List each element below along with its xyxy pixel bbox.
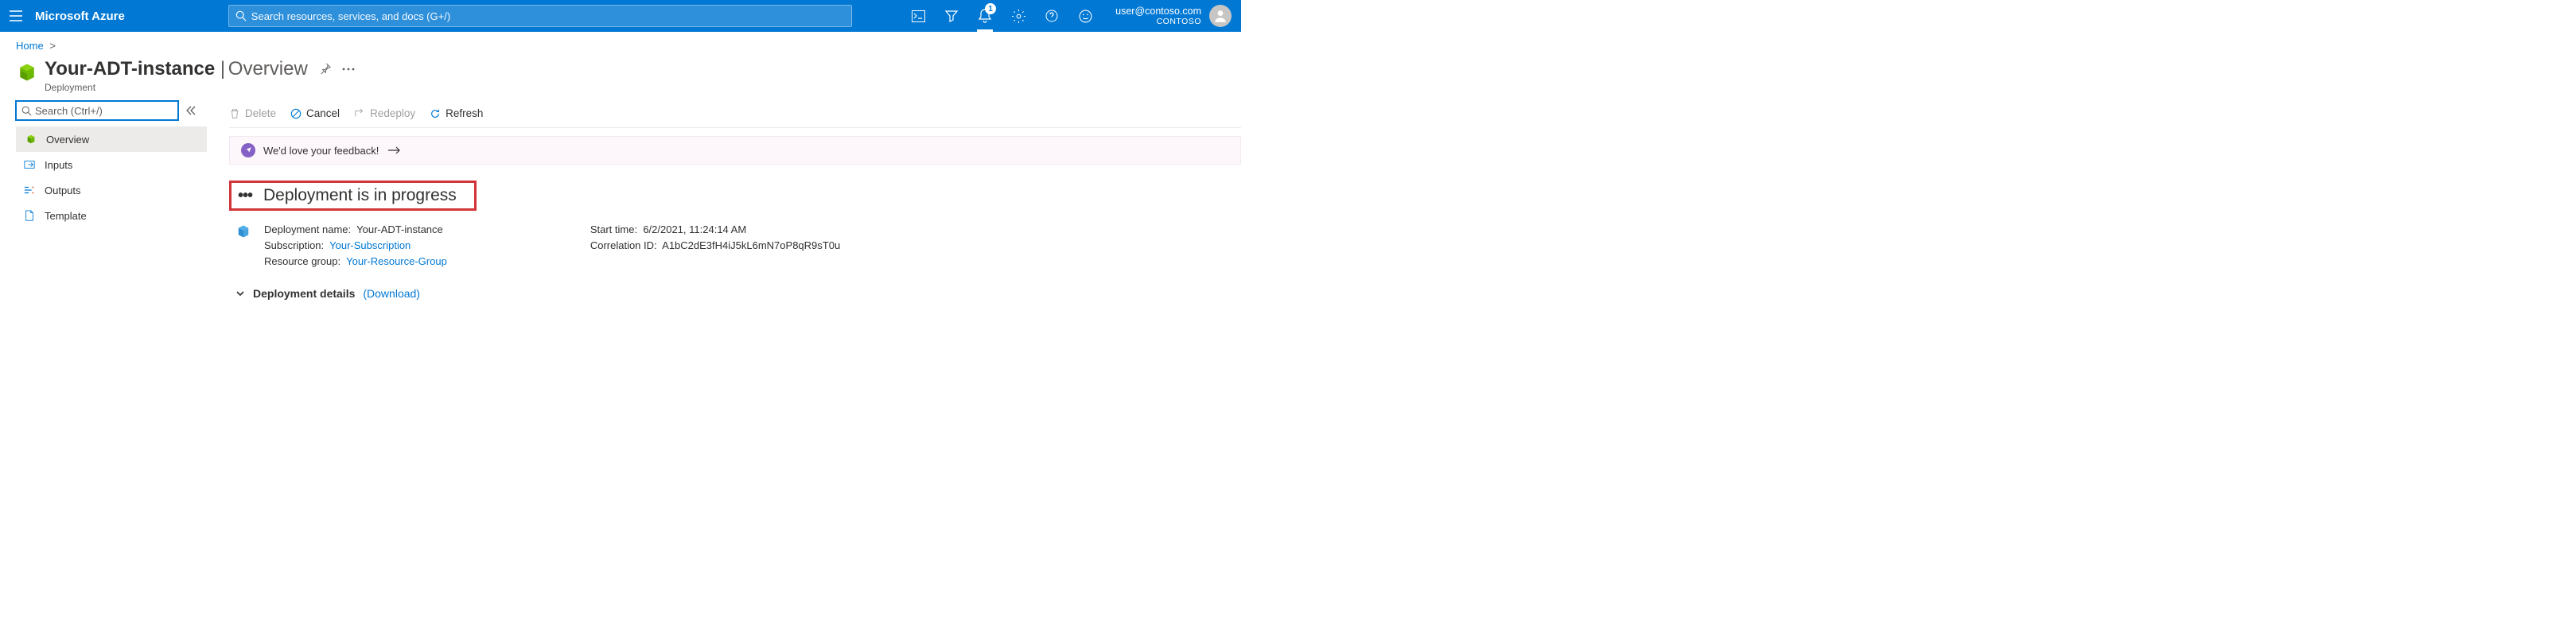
feedback-button[interactable] — [1069, 0, 1101, 32]
sidebar-item-inputs[interactable]: Inputs — [16, 152, 207, 177]
sidebar-item-label: Inputs — [45, 159, 72, 171]
page-name: Overview — [228, 58, 308, 80]
breadcrumb: Home > — [0, 32, 1241, 55]
cancel-icon — [290, 108, 302, 119]
deployment-summary: Deployment name: Your-ADT-instance Subsc… — [229, 222, 1241, 270]
cancel-button[interactable]: Cancel — [290, 107, 340, 119]
progress-icon: ••• — [238, 187, 252, 205]
brand-label[interactable]: Microsoft Azure — [35, 10, 125, 23]
redeploy-icon — [354, 108, 365, 119]
sidebar-item-label: Template — [45, 210, 87, 222]
settings-button[interactable] — [1002, 0, 1034, 32]
deployment-name-label: Deployment name: — [264, 223, 351, 235]
subscription-label: Subscription: — [264, 239, 324, 251]
refresh-button[interactable]: Refresh — [430, 107, 483, 119]
resource-group-label: Resource group: — [264, 255, 340, 267]
sidebar-collapse-button[interactable] — [186, 106, 196, 115]
notifications-button[interactable]: 1 — [969, 0, 1001, 32]
arrow-right-icon — [388, 146, 401, 154]
template-icon — [24, 210, 37, 221]
trash-icon — [229, 108, 240, 119]
deployment-name-value: Your-ADT-instance — [356, 223, 443, 235]
deployment-status: ••• Deployment is in progress — [229, 181, 477, 211]
deployment-details-label: Deployment details — [253, 287, 355, 300]
sidebar-search-row: Search (Ctrl+/) — [16, 101, 207, 120]
more-button[interactable] — [342, 68, 355, 71]
tenant-name: CONTOSO — [1115, 17, 1201, 26]
kv-right: Start time: 6/2/2021, 11:24:14 AM Correl… — [590, 222, 840, 270]
help-button[interactable] — [1036, 0, 1068, 32]
resource-type-icon — [16, 61, 38, 84]
breadcrumb-separator: > — [49, 40, 56, 52]
main-content: Delete Cancel Redeploy Refresh We'd love… — [207, 101, 1241, 300]
deployment-icon — [235, 223, 253, 270]
resource-type-label: Deployment — [45, 82, 308, 93]
search-icon — [21, 106, 32, 116]
correlation-id-value: A1bC2dE3fH4iJ5kL6mN7oP8qR9sT0u — [662, 239, 840, 251]
account-block[interactable]: user@contoso.com CONTOSO — [1103, 6, 1208, 26]
title-actions — [319, 63, 355, 75]
sidebar-item-overview[interactable]: Overview — [16, 126, 207, 152]
topbar-right: 1 user@contoso.com CONTOSO — [902, 0, 1235, 32]
sidebar-item-outputs[interactable]: Outputs — [16, 177, 207, 203]
kv-columns: Deployment name: Your-ADT-instance Subsc… — [264, 222, 840, 270]
command-bar: Delete Cancel Redeploy Refresh — [229, 101, 1241, 128]
sidebar: Search (Ctrl+/) Overview Inputs Outputs — [16, 101, 207, 300]
azure-topbar: Microsoft Azure Search resources, servic… — [0, 0, 1241, 32]
global-search-placeholder: Search resources, services, and docs (G+… — [251, 10, 450, 22]
redeploy-button: Redeploy — [354, 107, 415, 119]
feedback-icon — [241, 143, 255, 157]
resource-name: Your-ADT-instance — [45, 58, 215, 80]
deployment-details-section[interactable]: Deployment details (Download) — [229, 287, 1241, 300]
feedback-text: We'd love your feedback! — [263, 145, 379, 157]
user-email: user@contoso.com — [1115, 6, 1201, 17]
start-time-value: 6/2/2021, 11:24:14 AM — [643, 223, 746, 235]
download-link[interactable]: (Download) — [363, 287, 420, 300]
overview-icon — [25, 134, 38, 145]
avatar[interactable] — [1209, 5, 1232, 27]
resource-group-link[interactable]: Your-Resource-Group — [346, 255, 447, 267]
sidebar-item-label: Outputs — [45, 184, 81, 196]
breadcrumb-home[interactable]: Home — [16, 40, 44, 52]
inputs-icon — [24, 159, 37, 170]
notification-badge: 1 — [985, 3, 996, 14]
pin-button[interactable] — [319, 63, 331, 75]
start-time-label: Start time: — [590, 223, 637, 235]
refresh-icon — [430, 108, 441, 119]
sidebar-item-label: Overview — [46, 134, 89, 146]
deployment-status-text: Deployment is in progress — [263, 186, 457, 205]
correlation-id-label: Correlation ID: — [590, 239, 657, 251]
search-icon — [235, 10, 247, 21]
body: Search (Ctrl+/) Overview Inputs Outputs — [0, 96, 1241, 300]
delete-button: Delete — [229, 107, 276, 119]
page-title-area: Your-ADT-instance | Overview Deployment — [0, 55, 1241, 96]
menu-toggle-button[interactable] — [6, 6, 25, 25]
sidebar-search-placeholder: Search (Ctrl+/) — [35, 105, 103, 117]
subscription-link[interactable]: Your-Subscription — [329, 239, 411, 251]
cloud-shell-button[interactable] — [902, 0, 934, 32]
directory-filter-button[interactable] — [936, 0, 967, 32]
kv-left: Deployment name: Your-ADT-instance Subsc… — [264, 222, 447, 270]
title-separator: | — [215, 58, 225, 80]
notification-active-indicator — [977, 29, 993, 32]
sidebar-item-template[interactable]: Template — [16, 203, 207, 228]
sidebar-search-input[interactable]: Search (Ctrl+/) — [16, 101, 178, 120]
global-search-input[interactable]: Search resources, services, and docs (G+… — [228, 5, 852, 27]
feedback-banner[interactable]: We'd love your feedback! — [229, 136, 1241, 165]
page-title-block: Your-ADT-instance | Overview Deployment — [45, 58, 308, 93]
chevron-down-icon[interactable] — [235, 289, 245, 298]
outputs-icon — [24, 184, 37, 196]
